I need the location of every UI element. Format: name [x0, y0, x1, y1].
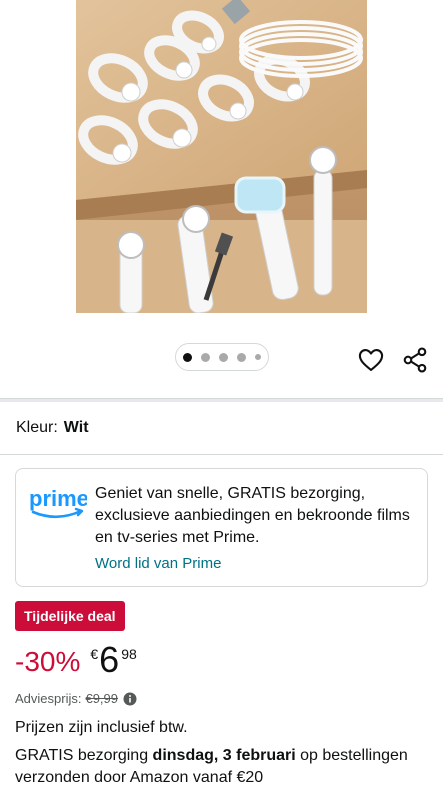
price-row: -30% € 6 98	[15, 640, 137, 684]
color-label: Kleur:	[16, 419, 58, 436]
color-selection: Kleur: Wit	[16, 419, 89, 437]
discount-percentage: -30%	[15, 646, 81, 677]
prime-logo: prime	[29, 484, 89, 520]
image-pager[interactable]	[175, 343, 269, 371]
delivery-info: GRATIS bezorging dinsdag, 3 februari op …	[15, 745, 425, 789]
pager-dot-5[interactable]	[255, 354, 261, 360]
list-price-label: Adviesprijs:	[15, 691, 82, 706]
delivery-date: dinsdag, 3 februari	[152, 747, 296, 764]
cable-ties-illustration	[76, 0, 367, 313]
price-currency: €	[90, 646, 99, 662]
pager-dot-2[interactable]	[201, 352, 210, 362]
share-button[interactable]	[401, 346, 429, 374]
price-fraction: 98	[121, 646, 137, 662]
price-whole: 6	[99, 639, 120, 680]
pager-dot-4[interactable]	[237, 352, 246, 362]
pager-dot-1[interactable]	[183, 352, 192, 362]
list-price: Adviesprijs: €9,99	[15, 691, 137, 706]
info-icon[interactable]	[123, 692, 137, 706]
list-price-value: €9,99	[85, 691, 119, 706]
delivery-prefix: GRATIS bezorging	[15, 747, 149, 764]
join-prime-link[interactable]: Word lid van Prime	[95, 555, 221, 572]
product-image-gallery[interactable]	[0, 0, 443, 330]
deal-badge: Tijdelijke deal	[15, 601, 125, 631]
share-icon	[403, 347, 427, 373]
prime-logo-text: prime	[29, 486, 87, 511]
prime-promo-card[interactable]: prime Geniet van snelle, GRATIS bezorgin…	[15, 468, 428, 587]
pager-dot-3[interactable]	[219, 352, 228, 362]
thin-divider	[0, 454, 443, 455]
wishlist-button[interactable]	[357, 346, 385, 374]
section-divider	[0, 398, 443, 402]
color-value: Wit	[63, 419, 89, 436]
heart-icon	[358, 349, 384, 371]
product-image[interactable]	[76, 0, 367, 313]
prime-promo-text: Geniet van snelle, GRATIS bezorging, exc…	[95, 485, 410, 546]
vat-note: Prijzen zijn inclusief btw.	[15, 719, 188, 736]
